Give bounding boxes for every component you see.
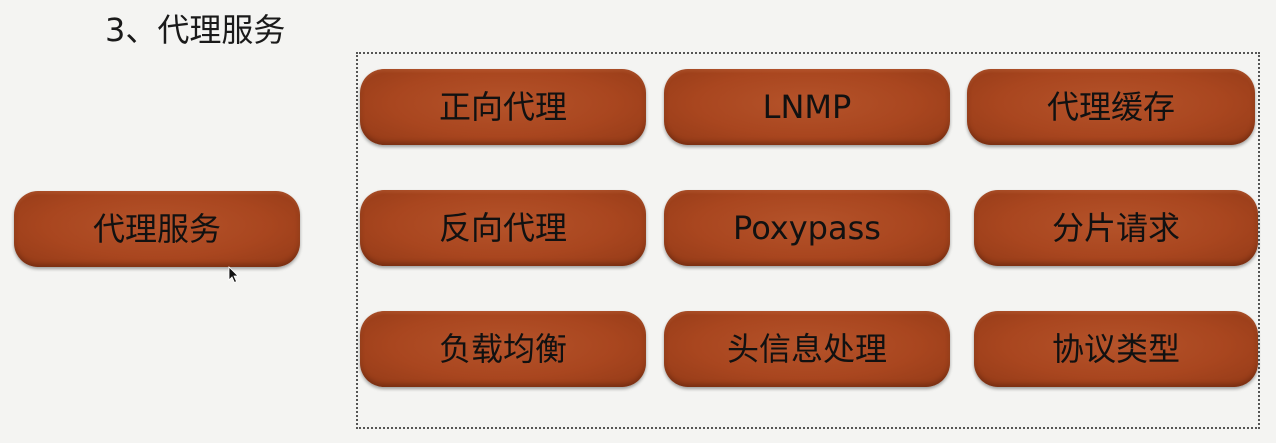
node-header-processing: 头信息处理 [664, 311, 950, 387]
root-node-proxy-service: 代理服务 [14, 191, 300, 267]
node-poxypass: Poxypass [664, 190, 950, 266]
node-label: 协议类型 [1051, 330, 1180, 368]
node-label: 头信息处理 [726, 330, 887, 368]
node-label: 负载均衡 [438, 330, 567, 368]
node-forward-proxy: 正向代理 [360, 69, 646, 145]
node-label: LNMP [762, 88, 852, 126]
slide-title: 3、代理服务 [105, 11, 286, 49]
node-lnmp: LNMP [664, 69, 950, 145]
root-node-label: 代理服务 [92, 210, 221, 248]
node-protocol-type: 协议类型 [974, 311, 1258, 387]
node-label: 正向代理 [438, 88, 567, 126]
node-label: 分片请求 [1051, 209, 1180, 247]
node-label: Poxypass [733, 209, 881, 247]
node-reverse-proxy: 反向代理 [360, 190, 646, 266]
node-load-balancing: 负载均衡 [360, 311, 646, 387]
node-range-request: 分片请求 [974, 190, 1258, 266]
node-proxy-cache: 代理缓存 [967, 69, 1255, 145]
mouse-pointer-icon [228, 266, 239, 284]
node-label: 代理缓存 [1046, 88, 1175, 126]
node-label: 反向代理 [438, 209, 567, 247]
